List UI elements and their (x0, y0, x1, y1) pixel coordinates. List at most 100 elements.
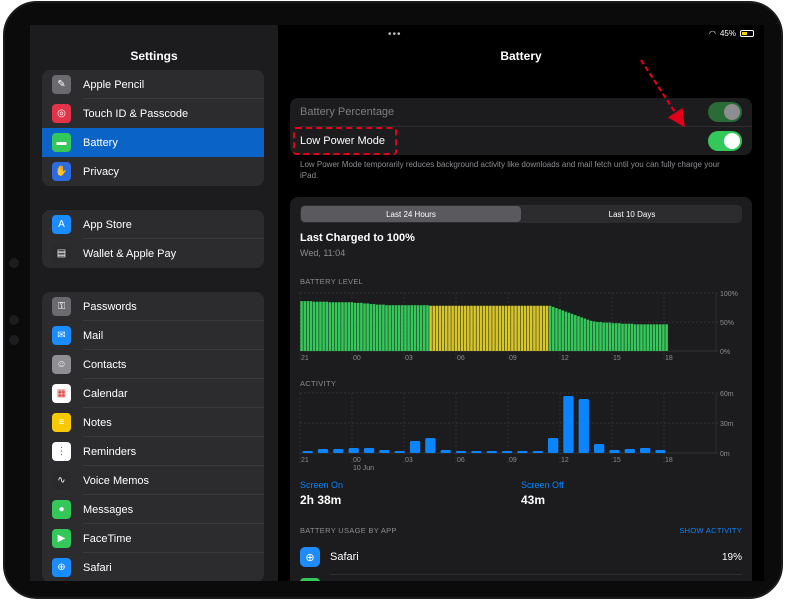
chart-bar (378, 304, 382, 351)
chart-bar (306, 301, 310, 351)
x-tick-label: 06 (457, 457, 465, 464)
chart-bar (608, 322, 612, 351)
chart-bar (624, 449, 635, 453)
chart-bar (485, 305, 489, 351)
battery-percent-text: 45% (719, 29, 736, 38)
tab-last-10-days[interactable]: Last 10 Days (522, 205, 742, 223)
multitasking-dots-icon[interactable]: ••• (388, 29, 402, 40)
chart-bar (382, 304, 385, 351)
y-tick-label: 0m (720, 451, 730, 458)
sidebar-item-calendar[interactable]: ▦ Calendar (42, 379, 264, 408)
chart-bar (627, 323, 631, 351)
chart-bar (363, 448, 375, 453)
low-power-mode-row: Low Power Mode (290, 127, 752, 155)
chart-bar (438, 305, 442, 351)
hardware-button (9, 315, 19, 325)
app-icon (300, 578, 320, 581)
chart-bar (372, 304, 376, 351)
sidebar-item-wallet-apple-pay[interactable]: ▤ Wallet & Apple Pay (42, 239, 264, 268)
chart-bar (596, 322, 599, 351)
battery-level-heading: BATTERY LEVEL (300, 277, 364, 286)
chart-bar (379, 450, 390, 453)
x-tick-label: 15 (613, 355, 621, 362)
sidebar-item-passwords[interactable]: ⚿ Passwords (42, 292, 264, 321)
chart-bar (542, 305, 546, 351)
sidebar-item-notes[interactable]: ≡ Notes (42, 408, 264, 437)
sidebar-item-battery[interactable]: ▬ Battery (42, 128, 264, 157)
sidebar-item-label: Mail (83, 329, 104, 342)
wifi-icon: ◠ (709, 29, 716, 38)
chart-bar (548, 305, 552, 351)
chart-bar (614, 323, 618, 351)
sidebar-item-reminders[interactable]: ⋮ Reminders (42, 437, 264, 466)
show-activity-button[interactable]: SHOW ACTIVITY (679, 526, 742, 535)
y-tick-label: 50% (720, 320, 734, 327)
x-tick-label: 18 (665, 457, 673, 464)
chart-bar (533, 305, 536, 351)
sidebar-item-label: Contacts (83, 358, 127, 371)
app-name: Safari (330, 551, 359, 563)
sidebar-item-facetime[interactable]: ▶ FaceTime (42, 524, 264, 553)
x-tick-label: 03 (405, 355, 413, 362)
battery-percentage-toggle[interactable] (708, 102, 742, 122)
sidebar-item-label: Touch ID & Passcode (83, 107, 189, 120)
chart-bar (567, 312, 571, 351)
chart-bar (432, 305, 436, 351)
chart-bar (322, 301, 325, 351)
sidebar-group-device: ✎ Apple Pencil ◎ Touch ID & Passcode ▬ Batter… (42, 70, 264, 186)
chart-bar (400, 305, 404, 351)
chart-bar (409, 441, 421, 453)
chart-bar (445, 305, 448, 351)
chart-bar (303, 301, 307, 351)
chart-bar (609, 450, 620, 453)
chart-bar (605, 322, 609, 351)
chart-bar (473, 305, 476, 351)
chart-bar (649, 324, 653, 351)
chart-bar (391, 305, 395, 351)
sidebar-item-safari[interactable]: ⊕ Safari (42, 553, 264, 581)
chart-bar (577, 316, 580, 351)
tab-last-24-hours[interactable]: Last 24 Hours (301, 206, 521, 222)
chart-bar (300, 301, 303, 351)
chart-bar (517, 305, 520, 351)
chart-bar (426, 305, 429, 351)
app-usage-row[interactable]: ⊕ Safari 19% (300, 544, 742, 570)
chart-bar (624, 323, 627, 351)
sidebar-item-messages[interactable]: ● Messages (42, 495, 264, 524)
sidebar-item-label: Privacy (83, 165, 120, 178)
sidebar-item-label: Calendar (83, 387, 128, 400)
chart-bar (455, 451, 467, 453)
sidebar-item-label: Voice Memos (83, 474, 150, 487)
chart-bar (630, 323, 634, 351)
low-power-mode-toggle[interactable] (708, 131, 742, 151)
chart-bar (467, 305, 470, 351)
sidebar-title: Settings (130, 49, 178, 63)
x-tick-label: 12 (561, 457, 569, 464)
sidebar-item-touch-id-passcode[interactable]: ◎ Touch ID & Passcode (42, 99, 264, 128)
chart-bar (366, 303, 369, 351)
chart-bar (369, 304, 373, 351)
chart-bar (492, 305, 495, 351)
sidebar-item-voice-memos[interactable]: ∿ Voice Memos (42, 466, 264, 495)
y-tick-label: 30m (720, 421, 734, 428)
battery-icon: ▬ (52, 133, 71, 152)
sidebar-item-mail[interactable]: ✉ Mail (42, 321, 264, 350)
screen-off-stat: Screen Off 43m (521, 480, 564, 507)
time-range-segmented-control: Last 24 Hours Last 10 Days (300, 205, 742, 223)
x-tick-label: 12 (561, 355, 569, 362)
chart-bar (375, 304, 379, 351)
hardware-button (9, 258, 19, 268)
sidebar-item-apple-pencil[interactable]: ✎ Apple Pencil (42, 70, 264, 99)
sidebar-item-privacy[interactable]: ✋ Privacy (42, 157, 264, 186)
sidebar-item-contacts[interactable]: ☺ Contacts (42, 350, 264, 379)
chart-bar (517, 451, 528, 453)
chart-bar (504, 305, 508, 351)
screen-off-label: Screen Off (521, 480, 564, 490)
app-usage-percent: 19% (721, 551, 742, 563)
safari-icon: ⊕ (300, 547, 320, 567)
x-tick-label: 15 (613, 457, 621, 464)
chart-bar (422, 305, 426, 351)
usage-by-app-heading: BATTERY USAGE BY APP (300, 526, 397, 535)
sidebar-item-app-store[interactable]: A App Store (42, 210, 264, 239)
wallet-icon: ▤ (52, 244, 71, 263)
